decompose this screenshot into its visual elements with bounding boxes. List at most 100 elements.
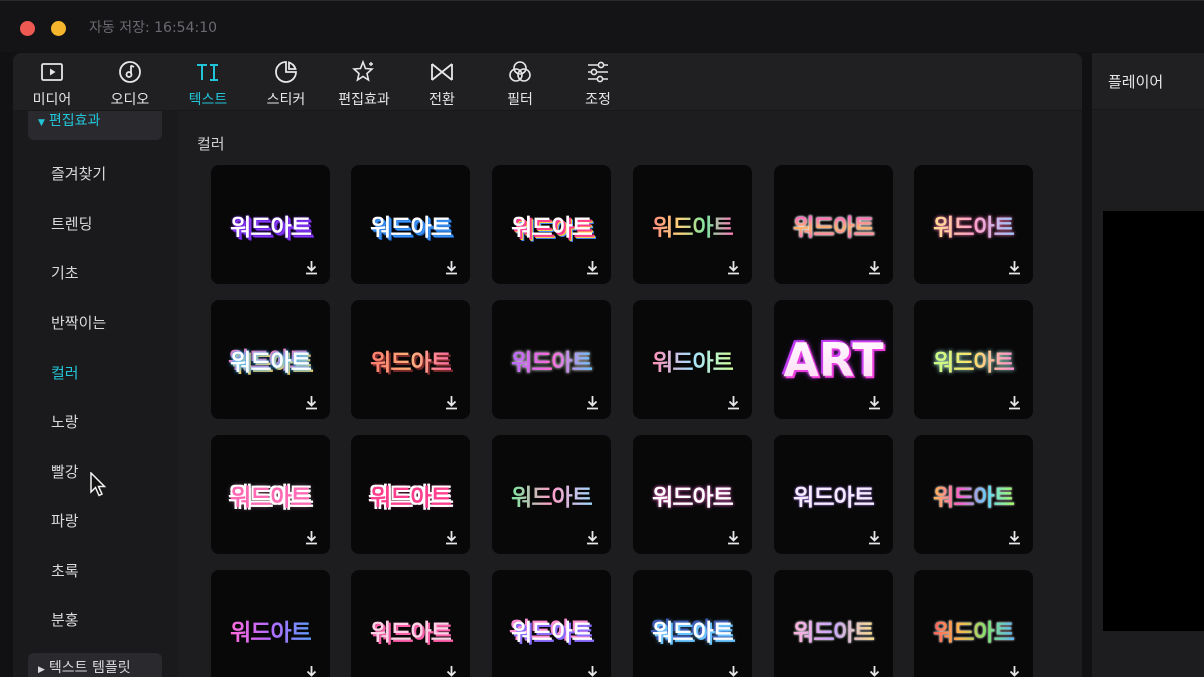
download-icon[interactable] [727, 260, 740, 275]
sidebar-item-green[interactable]: 초록 [51, 560, 79, 581]
player-panel: 플레이어 [1092, 53, 1204, 677]
download-icon[interactable] [445, 395, 458, 410]
caret-right-icon: ▶ [38, 665, 45, 675]
download-icon[interactable] [1008, 395, 1021, 410]
effects-grid-area: 컬러 워드아트 워드아트 워드아트 워드아트 워드아트 워드아트 워드아트 워드아트 워드아트 워… [178, 111, 1082, 677]
sidebar-item-yellow[interactable]: 노랑 [51, 411, 79, 432]
download-icon[interactable] [586, 260, 599, 275]
tab-sticker-label: 스티커 [266, 92, 306, 108]
effect-tile[interactable]: 워드아트워드아트 [351, 570, 470, 677]
tab-filter-label: 필터 [507, 92, 533, 108]
tab-transition-label: 전환 [429, 92, 455, 108]
section-title: 컬러 [197, 135, 225, 153]
category-sidebar: ▼ 편집효과 즐겨찾기 트렌딩 기초 반짝이는 컬러 노랑 빨강 파랑 초록 분홍… [13, 111, 178, 677]
effect-preview-text: 워드아트워드아트 [933, 619, 1015, 646]
effect-tile[interactable]: 워드아트워드아트 [351, 165, 470, 284]
sticker-icon [275, 61, 297, 83]
download-icon[interactable] [586, 665, 599, 677]
asset-panel: 미디어 오디오 텍스트 스티커 편집효과 전환 필터 조정 ▼ 편집효과 즐겨찾… [13, 53, 1082, 677]
download-icon[interactable] [727, 395, 740, 410]
effect-tile[interactable]: 워드아트워드아트 [211, 435, 330, 554]
download-icon[interactable] [305, 530, 318, 545]
title-bar: 자동 저장: 16:54:10 [0, 0, 1204, 52]
tab-adjust[interactable]: 조정 [559, 59, 637, 109]
effect-tile[interactable]: 워드아트워드아트 [492, 435, 611, 554]
tab-adjust-label: 조정 [585, 92, 611, 108]
tab-audio[interactable]: 오디오 [91, 59, 169, 109]
tab-sticker[interactable]: 스티커 [247, 59, 325, 109]
tab-media[interactable]: 미디어 [13, 59, 91, 109]
effect-tile[interactable]: 워드아트워드아트 [774, 165, 893, 284]
effect-tile[interactable]: 워드아트워드아트 [914, 570, 1033, 677]
download-icon[interactable] [445, 530, 458, 545]
effect-tile[interactable]: ARTART [774, 300, 893, 419]
download-icon[interactable] [305, 260, 318, 275]
tab-transition[interactable]: 전환 [403, 59, 481, 109]
download-icon[interactable] [586, 530, 599, 545]
effect-tile[interactable]: 워드아트워드아트 [914, 435, 1033, 554]
download-icon[interactable] [1008, 530, 1021, 545]
text-icon [197, 64, 218, 81]
effect-tile[interactable]: 워드아트워드아트 [492, 300, 611, 419]
tab-text[interactable]: 텍스트 [169, 59, 247, 109]
effect-tile[interactable]: 워드아트워드아트 [351, 300, 470, 419]
download-icon[interactable] [727, 530, 740, 545]
tab-media-label: 미디어 [32, 92, 72, 108]
effect-preview-text: 워드아트워드아트 [652, 619, 734, 646]
player-title: 플레이어 [1108, 73, 1164, 91]
effect-tile[interactable]: 워드아트워드아트 [633, 300, 752, 419]
download-icon[interactable] [727, 665, 740, 677]
minimize-window-button[interactable] [51, 21, 66, 36]
mouse-pointer-icon [90, 472, 107, 497]
effect-preview-text: 워드아트워드아트 [230, 619, 312, 646]
tab-text-label: 텍스트 [188, 92, 228, 108]
download-icon[interactable] [445, 665, 458, 677]
effect-tile[interactable]: 워드아트워드아트 [914, 300, 1033, 419]
audio-icon [119, 61, 141, 83]
effect-tile[interactable]: 워드아트워드아트 [633, 435, 752, 554]
sidebar-item-glitter[interactable]: 반짝이는 [51, 312, 106, 333]
sidebar-item-basic[interactable]: 기초 [51, 262, 79, 283]
effect-tile[interactable]: 워드아트워드아트 [351, 435, 470, 554]
sidebar-item-favorites[interactable]: 즐겨찾기 [51, 163, 106, 184]
download-icon[interactable] [868, 530, 881, 545]
effect-tile[interactable]: 워드아트워드아트 [211, 165, 330, 284]
close-window-button[interactable] [20, 21, 35, 36]
download-icon[interactable] [445, 260, 458, 275]
effect-tile[interactable]: 워드아트워드아트 [492, 570, 611, 677]
effect-tile[interactable]: 워드아트워드아트 [774, 570, 893, 677]
category-text-template-label: 텍스트 템플릿 [48, 660, 131, 676]
sidebar-item-color[interactable]: 컬러 [51, 362, 79, 383]
effect-tile[interactable]: 워드아트워드아트 [492, 165, 611, 284]
tab-effects[interactable]: 편집효과 [325, 59, 403, 109]
category-text-template[interactable]: ▶ 텍스트 템플릿 [28, 653, 162, 677]
category-effects-header[interactable]: ▼ 편집효과 [28, 111, 162, 140]
adjust-icon [588, 61, 608, 83]
filter-icon [509, 61, 531, 82]
transition-icon [431, 63, 453, 81]
effect-tile[interactable]: 워드아트워드아트 [774, 435, 893, 554]
download-icon[interactable] [305, 665, 318, 677]
effect-tile[interactable]: 워드아트워드아트 [914, 165, 1033, 284]
download-icon[interactable] [868, 395, 881, 410]
effect-tile[interactable]: 워드아트워드아트 [633, 570, 752, 677]
effects-icon [352, 59, 374, 82]
download-icon[interactable] [868, 665, 881, 677]
sidebar-item-pink[interactable]: 분홍 [51, 609, 79, 630]
effect-tile[interactable]: 워드아트워드아트 [633, 165, 752, 284]
player-header: 플레이어 [1092, 53, 1204, 110]
download-icon[interactable] [1008, 260, 1021, 275]
sidebar-item-blue[interactable]: 파랑 [51, 510, 79, 531]
sidebar-item-trending[interactable]: 트렌딩 [51, 213, 92, 234]
download-icon[interactable] [868, 260, 881, 275]
download-icon[interactable] [586, 395, 599, 410]
effect-preview-text: 워드아트워드아트 [370, 619, 452, 646]
player-preview[interactable] [1103, 211, 1204, 631]
effect-tile[interactable]: 워드아트워드아트 [211, 570, 330, 677]
tab-filter[interactable]: 필터 [481, 59, 559, 109]
download-icon[interactable] [305, 395, 318, 410]
effect-tile[interactable]: 워드아트워드아트 [211, 300, 330, 419]
download-icon[interactable] [1008, 665, 1021, 677]
sidebar-item-red[interactable]: 빨강 [51, 461, 79, 482]
tab-effects-label: 편집효과 [338, 92, 390, 108]
